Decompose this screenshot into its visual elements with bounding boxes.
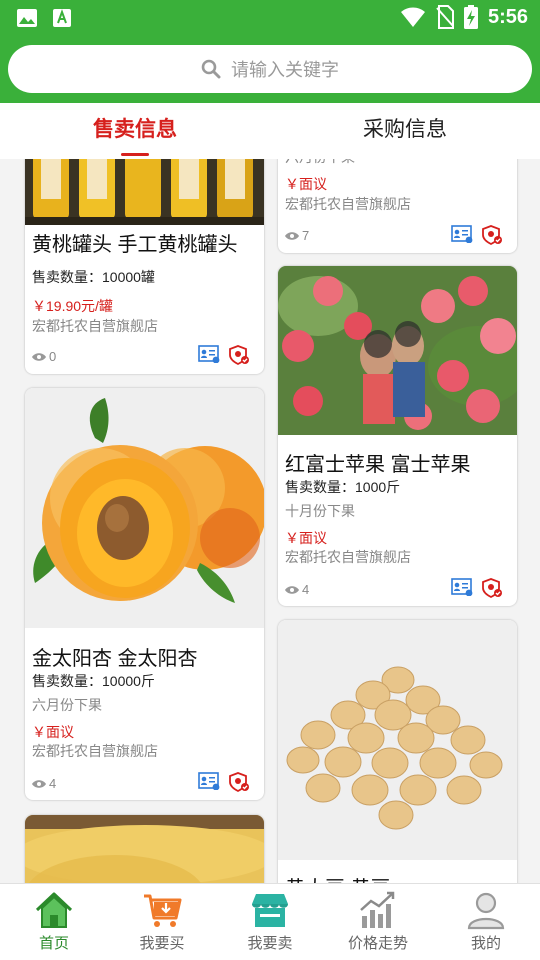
profile-icon xyxy=(467,892,505,930)
nav-price-trend[interactable]: 价格走势 xyxy=(324,884,432,960)
verified-id-icon xyxy=(198,772,220,790)
sell-store-icon xyxy=(252,894,288,927)
eye-icon xyxy=(32,779,46,788)
product-title: 金太阳杏 金太阳杏 xyxy=(32,648,198,670)
buy-cart-icon xyxy=(144,894,182,927)
search-icon xyxy=(201,59,221,79)
product-card-top-right[interactable]: 六月份下果 ￥面议 宏都托农自营旗舰店 7 xyxy=(278,159,517,253)
product-title: 黄大豆 黄豆 xyxy=(285,872,391,883)
product-price: ￥19.90元/罐 xyxy=(32,298,113,314)
eye-icon xyxy=(32,352,46,361)
home-icon xyxy=(35,892,73,928)
view-count: 7 xyxy=(302,228,310,243)
quality-guarantee-icon xyxy=(482,578,502,598)
app-notification-icon xyxy=(53,9,71,27)
nav-label: 我要卖 xyxy=(247,935,293,952)
nav-label: 首页 xyxy=(38,935,69,952)
nav-label: 价格走势 xyxy=(347,935,408,952)
nav-buy[interactable]: 我要买 xyxy=(108,884,216,960)
battery-charging-icon xyxy=(463,5,478,29)
product-shop: 宏都托农自营旗舰店 xyxy=(285,196,411,212)
product-card-apricot[interactable]: 金太阳杏 金太阳杏 售卖数量：10000斤 六月份下果 ￥面议 宏都托农自营旗舰… xyxy=(25,388,264,800)
product-views: 4 xyxy=(32,776,56,791)
product-quantity: 售卖数量：10000罐 xyxy=(32,269,155,285)
tab-label: 售卖信息 xyxy=(93,118,177,141)
search-placeholder: 请输入关键字 xyxy=(231,60,339,80)
nav-profile[interactable]: 我的 xyxy=(432,884,540,960)
product-card-yellow-peach[interactable]: 黄桃罐头 手工黄桃罐头 售卖数量：10000罐 ￥19.90元/罐 宏都托农自营… xyxy=(25,159,264,374)
product-quantity: 售卖数量：10000斤 xyxy=(32,673,155,689)
product-price: ￥面议 xyxy=(285,176,327,192)
status-time: 5:56 xyxy=(487,5,528,28)
tab-label: 采购信息 xyxy=(363,118,447,141)
wifi-icon xyxy=(400,7,425,27)
tab-selling-info[interactable]: 售卖信息 xyxy=(0,103,270,159)
search-bar[interactable]: 请输入关键字 xyxy=(8,45,532,93)
view-count: 0 xyxy=(49,349,57,364)
product-title: 黄桃罐头 手工黄桃罐头 xyxy=(32,234,238,256)
verified-id-icon xyxy=(198,345,220,363)
quality-guarantee-icon xyxy=(229,345,249,365)
product-list[interactable]: 黄桃罐头 手工黄桃罐头 售卖数量：10000罐 ￥19.90元/罐 宏都托农自营… xyxy=(0,159,540,883)
view-count: 4 xyxy=(49,776,57,791)
product-image-fuji-apple xyxy=(278,266,517,435)
eye-icon xyxy=(285,585,299,594)
nav-home[interactable]: 首页 xyxy=(0,884,108,960)
product-price: ￥面议 xyxy=(32,724,74,740)
price-trend-icon xyxy=(360,891,395,928)
quality-guarantee-icon xyxy=(229,772,249,792)
no-sim-icon xyxy=(436,5,454,29)
tab-bar: 售卖信息 采购信息 xyxy=(0,103,540,159)
product-price: ￥面议 xyxy=(285,530,327,546)
product-image-apricot xyxy=(25,388,264,628)
status-bar: 5:56 xyxy=(0,0,540,36)
product-shop: 宏都托农自营旗舰店 xyxy=(285,549,411,565)
product-harvest-time: 十月份下果 xyxy=(285,503,355,519)
view-count: 4 xyxy=(302,582,310,597)
quality-guarantee-icon xyxy=(482,225,502,245)
product-card-millet[interactable] xyxy=(25,815,264,883)
product-image-yellow-peach xyxy=(25,159,264,225)
verified-id-icon xyxy=(451,578,473,596)
product-harvest-time: 六月份下果 xyxy=(32,697,102,713)
nav-label: 我的 xyxy=(470,935,501,952)
tab-purchase-info[interactable]: 采购信息 xyxy=(270,103,540,159)
product-views: 7 xyxy=(285,228,309,243)
product-card-soybean[interactable]: 黄大豆 黄豆 xyxy=(278,620,517,883)
product-quantity: 售卖数量：1000斤 xyxy=(285,479,401,495)
app-header: 5:56 请输入关键字 xyxy=(0,0,540,103)
eye-icon xyxy=(285,231,299,240)
product-views: 4 xyxy=(285,582,309,597)
tab-active-indicator xyxy=(121,153,149,156)
product-title: 红富士苹果 富士苹果 xyxy=(285,454,471,476)
product-card-fuji-apple[interactable]: 红富士苹果 富士苹果 售卖数量：1000斤 十月份下果 ￥面议 宏都托农自营旗舰… xyxy=(278,266,517,606)
gallery-notification-icon xyxy=(17,9,37,27)
product-shop: 宏都托农自营旗舰店 xyxy=(32,743,158,759)
product-shop: 宏都托农自营旗舰店 xyxy=(32,318,158,334)
nav-sell[interactable]: 我要卖 xyxy=(216,884,324,960)
verified-id-icon xyxy=(451,225,473,243)
product-image-soybean xyxy=(278,620,517,860)
nav-label: 我要买 xyxy=(139,935,185,952)
product-views: 0 xyxy=(32,349,56,364)
product-harvest-time: 六月份下果 xyxy=(285,159,355,167)
bottom-nav: 首页 我要买 我要卖 价格走势 我的 xyxy=(0,883,540,960)
product-image-millet xyxy=(25,815,264,883)
